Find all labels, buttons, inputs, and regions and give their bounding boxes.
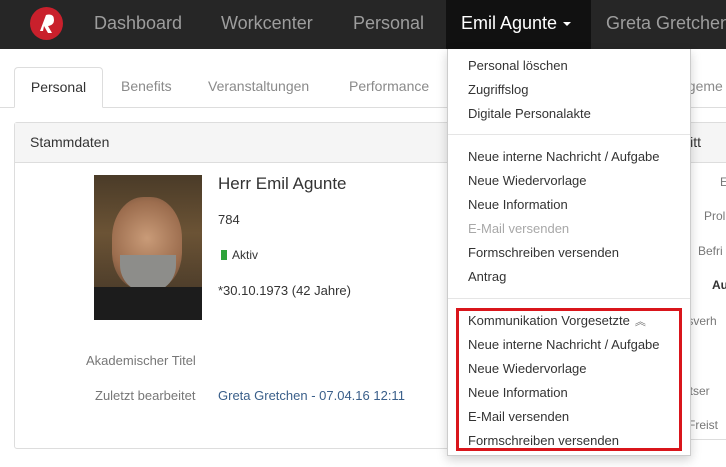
tab-benefits[interactable]: Benefits <box>121 67 172 108</box>
menu-item-neue-wiedervorlage[interactable]: Neue Wiedervorlage <box>468 173 587 188</box>
tab-personal[interactable]: Personal <box>14 67 103 108</box>
status-indicator-icon <box>221 250 227 260</box>
employee-name: Herr Emil Agunte <box>218 174 347 193</box>
menu-item-digitale-personalakte[interactable]: Digitale Personalakte <box>468 106 591 121</box>
nav-other-user[interactable]: Greta Gretchen <box>606 0 726 49</box>
menu-divider <box>448 134 690 135</box>
menu-item-antrag[interactable]: Antrag <box>468 269 506 284</box>
menu-item-vorgesetzte-wiedervorlage[interactable]: Neue Wiedervorlage <box>468 361 587 376</box>
menu-item-vorgesetzte-formschreiben[interactable]: Formschreiben versenden <box>468 433 619 448</box>
user-dropdown-menu: Personal löschen Zugriffslog Digitale Pe… <box>447 49 691 456</box>
nav-user-menu-toggle[interactable]: Emil Agunte <box>446 0 591 49</box>
nav-user-name: Emil Agunte <box>461 13 558 33</box>
menu-item-neue-information[interactable]: Neue Information <box>468 197 568 212</box>
birth-date: *30.10.1973 (42 Jahre) <box>218 283 351 298</box>
last-edited-link[interactable]: Greta Gretchen - 07.04.16 12:11 <box>218 388 405 403</box>
caret-down-icon <box>563 22 572 27</box>
menu-item-formschreiben[interactable]: Formschreiben versenden <box>468 245 619 260</box>
right-label-freistellung: Freist <box>688 418 718 432</box>
menu-item-vorgesetzte-email[interactable]: E-Mail versenden <box>468 409 569 424</box>
menu-item-zugriffslog[interactable]: Zugriffslog <box>468 82 528 97</box>
menu-item-vorgesetzte-information[interactable]: Neue Information <box>468 385 568 400</box>
nav-workcenter[interactable]: Workcenter <box>221 0 313 49</box>
menu-item-neue-nachricht[interactable]: Neue interne Nachricht / Aufgabe <box>468 149 660 164</box>
status-badge: Aktiv <box>221 248 258 262</box>
personnel-number: 784 <box>218 212 240 227</box>
right-label-au: Au <box>712 278 726 292</box>
right-label-probe: Prol <box>704 209 726 223</box>
label-last-edited: Zuletzt bearbeitet <box>95 388 196 403</box>
right-label-befristung: Befri <box>698 244 723 258</box>
status-label: Aktiv <box>232 248 259 262</box>
panel-title: Stammdaten <box>15 123 483 163</box>
menu-group-kommunikation-vorgesetzte[interactable]: Kommunikation Vorgesetzte ︽ <box>468 313 646 329</box>
menu-item-email-versenden-disabled: E-Mail versenden <box>468 221 570 236</box>
right-label-e: E <box>720 175 726 189</box>
menu-divider <box>448 298 690 299</box>
profile-photo <box>94 175 202 320</box>
chevron-double-up-icon: ︽ <box>634 316 646 328</box>
tab-performance[interactable]: Performance <box>349 67 429 108</box>
label-academic-title: Akademischer Titel <box>86 353 196 368</box>
nav-personal[interactable]: Personal <box>353 0 424 49</box>
logo-icon[interactable] <box>30 7 63 40</box>
nav-dashboard[interactable]: Dashboard <box>94 0 182 49</box>
menu-group-label: Kommunikation Vorgesetzte <box>468 313 630 328</box>
tab-veranstaltungen[interactable]: Veranstaltungen <box>208 67 309 108</box>
menu-item-vorgesetzte-nachricht[interactable]: Neue interne Nachricht / Aufgabe <box>468 337 660 352</box>
menu-item-personal-loeschen[interactable]: Personal löschen <box>468 58 568 73</box>
top-navbar: Dashboard Workcenter Personal Emil Agunt… <box>0 0 726 49</box>
